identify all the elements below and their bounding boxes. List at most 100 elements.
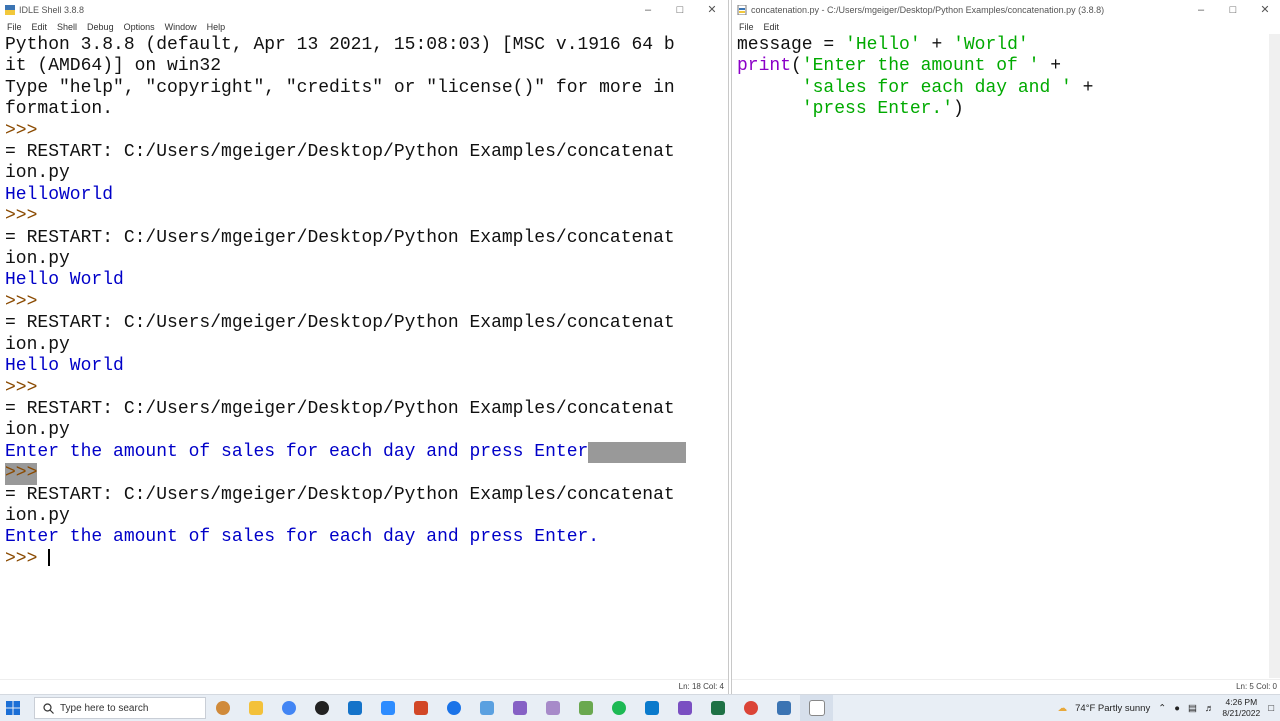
- shell-title: IDLE Shell 3.8.8: [19, 5, 85, 15]
- shell-text-area[interactable]: Python 3.8.8 (default, Apr 13 2021, 15:0…: [5, 35, 687, 570]
- weather-icon[interactable]: ☁: [1058, 703, 1068, 714]
- editor-statusbar: Ln: 5 Col: 0: [732, 679, 1280, 694]
- search-icon: [43, 702, 54, 714]
- shell-prompt: >>>: [5, 206, 38, 227]
- excel-icon[interactable]: [701, 695, 734, 721]
- shell-output-row: Enter the amount of sales for each day a…: [5, 441, 687, 464]
- menu-options[interactable]: Options: [119, 20, 160, 34]
- clock-date: 8/21/2022: [1222, 708, 1261, 718]
- task-view-icon[interactable]: [206, 695, 239, 721]
- minimize-icon[interactable]: –: [1185, 0, 1217, 20]
- code-token: message =: [737, 35, 846, 55]
- editor-window: concatenation.py - C:/Users/mgeiger/Desk…: [731, 0, 1280, 694]
- maps-icon[interactable]: [437, 695, 470, 721]
- menu-window[interactable]: Window: [160, 20, 202, 34]
- network-icon[interactable]: ▤: [1188, 703, 1197, 714]
- weather-text[interactable]: 74°F Partly sunny: [1075, 703, 1150, 714]
- code-token: ): [953, 99, 964, 120]
- windows-start-icon[interactable]: [0, 695, 26, 721]
- visual-studio-icon[interactable]: [668, 695, 701, 721]
- shell-prompt: >>>: [5, 120, 38, 141]
- text-cursor: [48, 548, 50, 566]
- shell-line: Type "help", "copyright", "credits" or "…: [5, 77, 675, 98]
- editor-text-area[interactable]: message = 'Hello' + 'World' print('Enter …: [737, 35, 1093, 121]
- shell-prompt-selected: >>>: [5, 463, 38, 485]
- shell-menubar: File Edit Shell Debug Options Window Hel…: [0, 20, 728, 34]
- code-line-4: 'press Enter.'): [737, 99, 1093, 120]
- editor-title: concatenation.py - C:/Users/mgeiger/Desk…: [751, 5, 1105, 15]
- code-token: +: [920, 35, 954, 55]
- menu-debug[interactable]: Debug: [82, 20, 119, 34]
- menu-edit[interactable]: Edit: [27, 20, 53, 34]
- zoom-icon[interactable]: [371, 695, 404, 721]
- maximize-icon[interactable]: □: [1217, 0, 1249, 20]
- code-token: +: [1071, 77, 1094, 98]
- menu-file[interactable]: File: [734, 20, 759, 34]
- chrome-icon[interactable]: [734, 695, 767, 721]
- shell-line: = RESTART: C:/Users/mgeiger/Desktop/Pyth…: [5, 142, 675, 163]
- search-placeholder: Type here to search: [60, 702, 149, 714]
- python-icon[interactable]: [767, 695, 800, 721]
- taskbar-search[interactable]: Type here to search: [34, 697, 206, 719]
- code-token: print: [737, 56, 792, 77]
- shield-icon[interactable]: [470, 695, 503, 721]
- menu-help[interactable]: Help: [202, 20, 231, 34]
- editor-titlebar[interactable]: concatenation.py - C:/Users/mgeiger/Desk…: [732, 0, 1280, 20]
- shell-line: ion.py: [5, 249, 70, 270]
- volume-icon[interactable]: ♬: [1205, 703, 1215, 714]
- code-token: 'press Enter.': [801, 99, 954, 120]
- code-token: 'sales for each day and ': [801, 77, 1072, 98]
- shell-output: Enter the amount of sales for each day a…: [5, 441, 589, 462]
- github-icon[interactable]: [305, 695, 338, 721]
- idle-shell-window: IDLE Shell 3.8.8 – □ ✕ File Edit Shell D…: [0, 0, 729, 694]
- code-token: 'Enter the amount of ': [801, 56, 1040, 77]
- code-token: 'World': [953, 35, 1029, 55]
- shell-line: Python 3.8.8 (default, Apr 13 2021, 15:0…: [5, 35, 675, 55]
- microphone-icon[interactable]: ●: [1174, 703, 1180, 714]
- taskbar: Type here to search ☁ 74°F Partly sunny …: [0, 694, 1280, 721]
- git-icon[interactable]: [536, 695, 569, 721]
- powerpoint-icon[interactable]: [404, 695, 437, 721]
- menu-file[interactable]: File: [2, 20, 27, 34]
- shell-line: = RESTART: C:/Users/mgeiger/Desktop/Pyth…: [5, 484, 675, 505]
- chevron-up-icon[interactable]: ⌃: [1158, 703, 1166, 714]
- shell-prompt: >>>: [5, 291, 38, 312]
- visual-studio-icon[interactable]: [503, 695, 536, 721]
- shell-titlebar[interactable]: IDLE Shell 3.8.8 – □ ✕: [0, 0, 728, 20]
- code-token: 'Hello': [845, 35, 921, 55]
- idle-icon[interactable]: [800, 695, 833, 721]
- shell-prompt: >>>: [5, 548, 49, 569]
- menu-edit[interactable]: Edit: [759, 20, 785, 34]
- close-icon[interactable]: ✕: [1249, 0, 1280, 20]
- shell-line: it (AMD64)] on win32: [5, 56, 222, 77]
- minimize-icon[interactable]: –: [632, 0, 664, 20]
- shell-line: ion.py: [5, 163, 70, 184]
- code-line-1: message = 'Hello' + 'World': [737, 35, 1093, 56]
- shell-statusbar: Ln: 18 Col: 4: [0, 679, 728, 694]
- close-icon[interactable]: ✕: [696, 0, 728, 20]
- shell-output: Hello World: [5, 270, 124, 291]
- editor-menubar: File Edit: [732, 20, 1280, 34]
- shell-prompt: >>>: [5, 377, 38, 398]
- notification-icon[interactable]: □: [1268, 703, 1274, 714]
- file-explorer-icon[interactable]: [239, 695, 272, 721]
- shell-input-row[interactable]: >>>: [5, 548, 686, 570]
- spotify-icon[interactable]: [602, 695, 635, 721]
- shell-line: formation.: [5, 99, 114, 120]
- clock-time: 4:26 PM: [1225, 697, 1258, 707]
- code-token: (: [791, 56, 802, 77]
- clock[interactable]: 4:26 PM 8/21/2022: [1222, 697, 1260, 719]
- shell-line: = RESTART: C:/Users/mgeiger/Desktop/Pyth…: [5, 227, 675, 248]
- editor-scrollbar[interactable]: [1269, 34, 1280, 678]
- maximize-icon[interactable]: □: [664, 0, 696, 20]
- vscode-icon[interactable]: [635, 695, 668, 721]
- chrome-icon[interactable]: [272, 695, 305, 721]
- mail-icon[interactable]: [338, 695, 371, 721]
- notepad-icon[interactable]: [569, 695, 602, 721]
- python-file-icon: [737, 5, 747, 15]
- code-token: +: [1039, 56, 1062, 77]
- system-tray: ☁ 74°F Partly sunny ⌃ ● ▤ ♬ 4:26 PM 8/21…: [1058, 697, 1280, 719]
- shell-line: ion.py: [5, 505, 70, 526]
- menu-shell[interactable]: Shell: [52, 20, 82, 34]
